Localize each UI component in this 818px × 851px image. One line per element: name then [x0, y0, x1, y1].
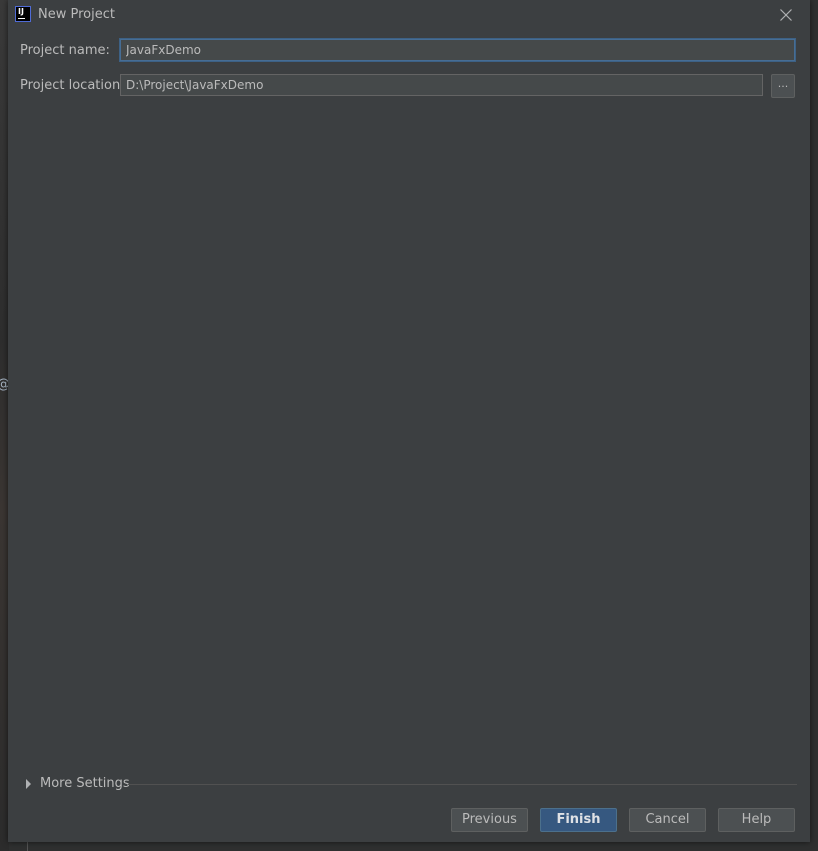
browse-button[interactable]: ... — [771, 74, 795, 98]
logo-text: IJ — [18, 7, 24, 16]
previous-button[interactable]: Previous — [451, 808, 528, 832]
close-icon — [780, 9, 792, 21]
project-location-label: Project location: — [20, 78, 125, 93]
dialog-title: New Project — [38, 7, 115, 22]
intellij-logo-icon: IJ — [15, 6, 31, 22]
logo-bar — [18, 18, 25, 19]
project-name-input[interactable] — [120, 39, 795, 61]
finish-button[interactable]: Finish — [540, 808, 617, 832]
project-location-input[interactable] — [120, 74, 763, 96]
more-settings-separator — [128, 784, 797, 785]
project-name-label: Project name: — [20, 43, 110, 58]
help-button[interactable]: Help — [718, 808, 795, 832]
close-button[interactable] — [776, 5, 796, 25]
dialog-title-bar: IJ New Project — [8, 0, 810, 30]
cancel-button[interactable]: Cancel — [629, 808, 706, 832]
more-settings-label: More Settings — [40, 776, 130, 791]
expand-arrow-icon — [26, 779, 31, 789]
new-project-dialog: IJ New Project Project name: Project loc… — [8, 0, 810, 842]
